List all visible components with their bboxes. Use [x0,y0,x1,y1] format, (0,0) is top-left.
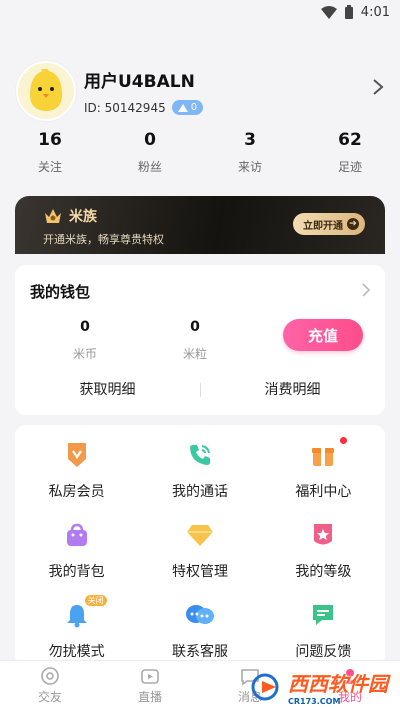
income-detail-link[interactable]: 获取明细 [15,379,200,399]
gift-icon [307,437,348,471]
chevron-right-icon[interactable] [362,283,370,297]
chat-bubbles-icon [184,599,216,631]
vip-banner[interactable]: 米族 开通米族，畅享尊贵特权 立即开通 ➔ [15,196,385,254]
coins-label: 米币 [72,347,97,361]
coins-balance: 0 米币 [55,319,115,362]
username: 用户U4BALN [84,72,195,92]
tab-label: 交友 [37,690,62,704]
arrow-right-icon: ➔ [347,218,359,230]
feature-menu: 私房会员 我的通话 福利中心 我的背包 特权管理 我的等级 关闭 勿扰模式 联系… [15,425,385,665]
menu-item-support[interactable]: 联系客服 [138,599,261,665]
vip-crown-icon [45,209,61,223]
vip-title: 米族 [69,209,97,225]
recharge-button[interactable]: 充值 [283,319,363,351]
tab-live[interactable]: 直播 [100,661,200,710]
stat-fans[interactable]: 0 粉丝 [100,130,200,175]
stat-label: 来访 [237,160,262,174]
menu-label: 私房会员 [48,484,105,500]
vip-medal-icon [61,439,93,471]
user-id: ID: 50142945 [84,100,166,115]
wallet-card: 我的钱包 0 米币 0 米粒 充值 获取明细 消费明细 [15,265,385,415]
avatar[interactable] [16,61,76,121]
vip-open-button[interactable]: 立即开通 ➔ [293,213,365,235]
stat-label: 关注 [37,160,62,174]
menu-item-privileges[interactable]: 特权管理 [138,519,261,585]
compass-icon [41,667,59,685]
spend-detail-link[interactable]: 消费明细 [200,379,385,399]
menu-item-dnd[interactable]: 关闭 勿扰模式 [15,595,138,665]
stat-value: 0 [144,130,156,150]
stat-following[interactable]: 16 关注 [0,130,100,175]
menu-item-backpack[interactable]: 我的背包 [15,519,138,585]
phone-call-icon [184,439,216,471]
menu-label: 勿扰模式 [48,644,105,660]
chick-avatar-icon [30,69,62,111]
status-bar: 4:01 [0,0,400,24]
menu-label: 特权管理 [171,564,228,580]
menu-item-level[interactable]: 我的等级 [262,519,385,585]
menu-item-feedback[interactable]: 问题反馈 [262,599,385,665]
vip-open-label: 立即开通 [303,220,343,232]
watermark: 西西软件园 CR173.COM [250,668,388,706]
watermark-text: 西西软件园 [288,672,388,696]
divider [200,383,201,397]
tab-label: 直播 [137,690,162,704]
menu-label: 我的通话 [171,484,228,500]
coins-value: 0 [80,319,90,335]
dnd-status-tag: 关闭 [84,595,107,606]
battery-icon [344,5,353,19]
grains-balance: 0 米粒 [165,319,225,362]
stat-value: 3 [244,130,256,150]
notification-dot [340,437,348,444]
feedback-icon [307,599,339,631]
profile-header[interactable]: 用户U4BALN ID: 50142945 0 [16,58,384,124]
wifi-icon [320,5,337,19]
menu-label: 问题反馈 [295,644,352,660]
stat-visitors[interactable]: 3 来访 [200,130,300,175]
menu-item-welfare[interactable]: 福利中心 [262,437,385,505]
level-icon [307,519,339,551]
level-badge: 0 [171,100,204,115]
level-value: 0 [190,102,198,113]
tab-friends[interactable]: 交友 [0,661,100,710]
stat-value: 62 [338,130,362,150]
menu-label: 福利中心 [295,484,352,500]
status-time: 4:01 [360,4,390,20]
diamond-icon [184,519,216,551]
stats-row: 16 关注 0 粉丝 3 来访 62 足迹 [0,130,400,175]
wallet-title: 我的钱包 [30,283,91,301]
backpack-icon [61,519,93,551]
bell-icon: 关闭 [61,595,107,631]
video-icon [141,669,159,684]
menu-item-calls[interactable]: 我的通话 [138,439,261,505]
grains-value: 0 [190,319,200,335]
watermark-domain: CR173.COM [288,697,341,706]
menu-label: 我的背包 [48,564,105,580]
stat-label: 粉丝 [137,160,162,174]
menu-label: 我的等级 [295,564,352,580]
vip-subtitle: 开通米族，畅享尊贵特权 [43,233,164,246]
stat-value: 16 [38,130,62,150]
stat-footprints[interactable]: 62 足迹 [300,130,400,175]
menu-item-vip[interactable]: 私房会员 [15,439,138,505]
menu-label: 联系客服 [171,644,228,660]
stat-label: 足迹 [337,160,362,174]
watermark-logo-icon [251,673,279,701]
level-mountain-icon [177,103,188,112]
chevron-right-icon[interactable] [372,78,384,96]
grains-label: 米粒 [182,347,207,361]
